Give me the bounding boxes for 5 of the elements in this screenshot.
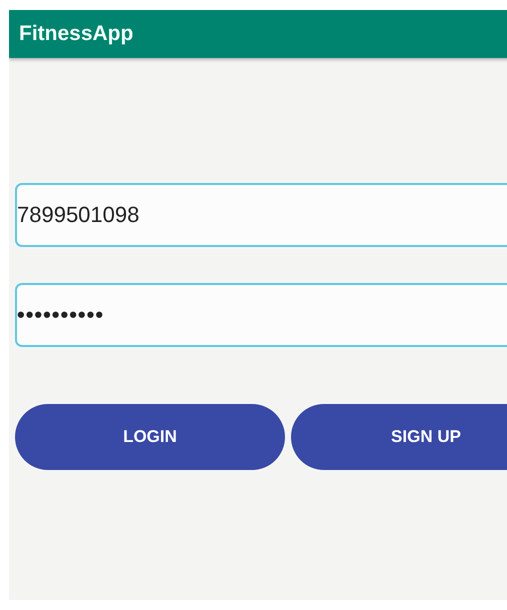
phone-field[interactable]: 7899501098 [15, 183, 507, 247]
login-button[interactable]: LOGIN [15, 404, 285, 470]
password-field[interactable]: •••••••••• [15, 283, 507, 347]
app-title: FitnessApp [19, 21, 134, 48]
signup-button[interactable]: SIGN UP [291, 404, 507, 470]
